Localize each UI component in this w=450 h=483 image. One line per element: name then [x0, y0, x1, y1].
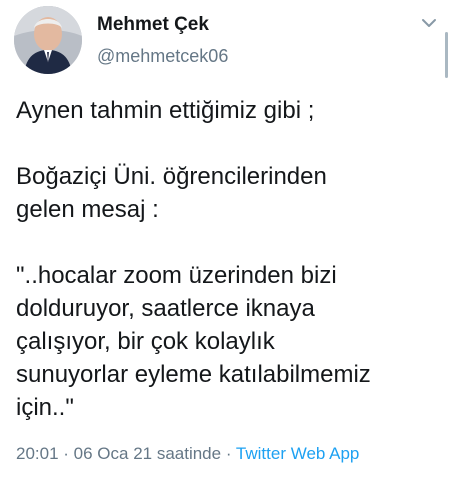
tweet-time[interactable]: 20:01 — [16, 444, 59, 463]
tweet-line: için.." — [16, 394, 74, 421]
chevron-down-icon[interactable] — [418, 14, 440, 32]
tweet-line: Aynen tahmin ettiğimiz gibi ; — [16, 97, 315, 124]
meta-separator: · — [221, 444, 236, 463]
display-name[interactable]: Mehmet Çek — [97, 14, 209, 36]
tweet-meta: 20:01 · 06 Oca 21 saatinde · Twitter Web… — [16, 444, 359, 464]
tweet-text: Aynen tahmin ettiğimiz gibi ; Boğaziçi Ü… — [16, 94, 436, 424]
tweet-date[interactable]: 06 Oca 21 saatinde — [74, 444, 221, 463]
user-handle[interactable]: @mehmetcek06 — [97, 46, 228, 67]
tweet-line: gelen mesaj : — [16, 196, 159, 223]
meta-separator: · — [58, 444, 74, 463]
tweet-line-blank — [16, 127, 436, 160]
tweet-line-blank — [16, 226, 436, 259]
tweet-line: sunuyorlar eyleme katılabilmemiz — [16, 361, 371, 388]
scrollbar[interactable] — [445, 32, 448, 78]
tweet: Mehmet Çek @mehmetcek06 Aynen tahmin ett… — [0, 0, 450, 483]
tweet-line: dolduruyor, saatlerce iknaya — [16, 295, 315, 322]
tweet-line: çalışıyor, bir çok kolaylık — [16, 328, 275, 355]
avatar[interactable] — [14, 6, 82, 74]
tweet-source-link[interactable]: Twitter Web App — [236, 444, 359, 463]
tweet-line: "..hocalar zoom üzerinden bizi — [16, 262, 337, 289]
tweet-line: Boğaziçi Üni. öğrencilerinden — [16, 163, 327, 190]
